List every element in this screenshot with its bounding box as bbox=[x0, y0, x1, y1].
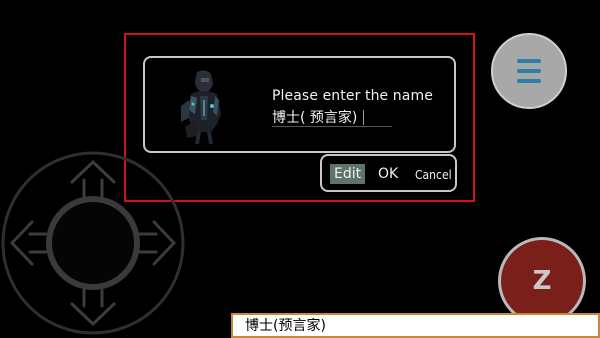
dpad-up-icon bbox=[70, 159, 116, 198]
dpad-right-icon bbox=[138, 220, 177, 266]
name-prompt: Please enter the name bbox=[272, 88, 433, 104]
ok-button[interactable]: OK bbox=[378, 165, 398, 183]
name-field-underline bbox=[272, 126, 392, 127]
game-screen: Please enter the name 博士( 预言家) Edit OK C… bbox=[0, 0, 600, 338]
edit-button[interactable]: Edit bbox=[330, 164, 366, 184]
ime-input-bar[interactable]: 博士(预言家) bbox=[231, 313, 600, 338]
cancel-button[interactable]: Cancel bbox=[415, 166, 452, 184]
dialog-action-bar: Edit OK Cancel bbox=[320, 154, 457, 192]
name-entry-dialog: Please enter the name 博士( 预言家) bbox=[143, 56, 456, 153]
character-portrait bbox=[181, 70, 221, 144]
text-cursor bbox=[363, 109, 365, 125]
z-button-label: Z bbox=[532, 266, 552, 296]
z-button[interactable]: Z bbox=[498, 237, 586, 325]
dpad-left-icon bbox=[9, 220, 48, 266]
name-field-value: 博士( 预言家) bbox=[272, 110, 358, 126]
name-field[interactable]: 博士( 预言家) bbox=[272, 107, 365, 127]
virtual-dpad[interactable] bbox=[0, 150, 186, 336]
dpad-down-icon bbox=[70, 288, 116, 327]
ime-input-text: 博士(预言家) bbox=[245, 318, 326, 334]
menu-button[interactable] bbox=[491, 33, 567, 109]
